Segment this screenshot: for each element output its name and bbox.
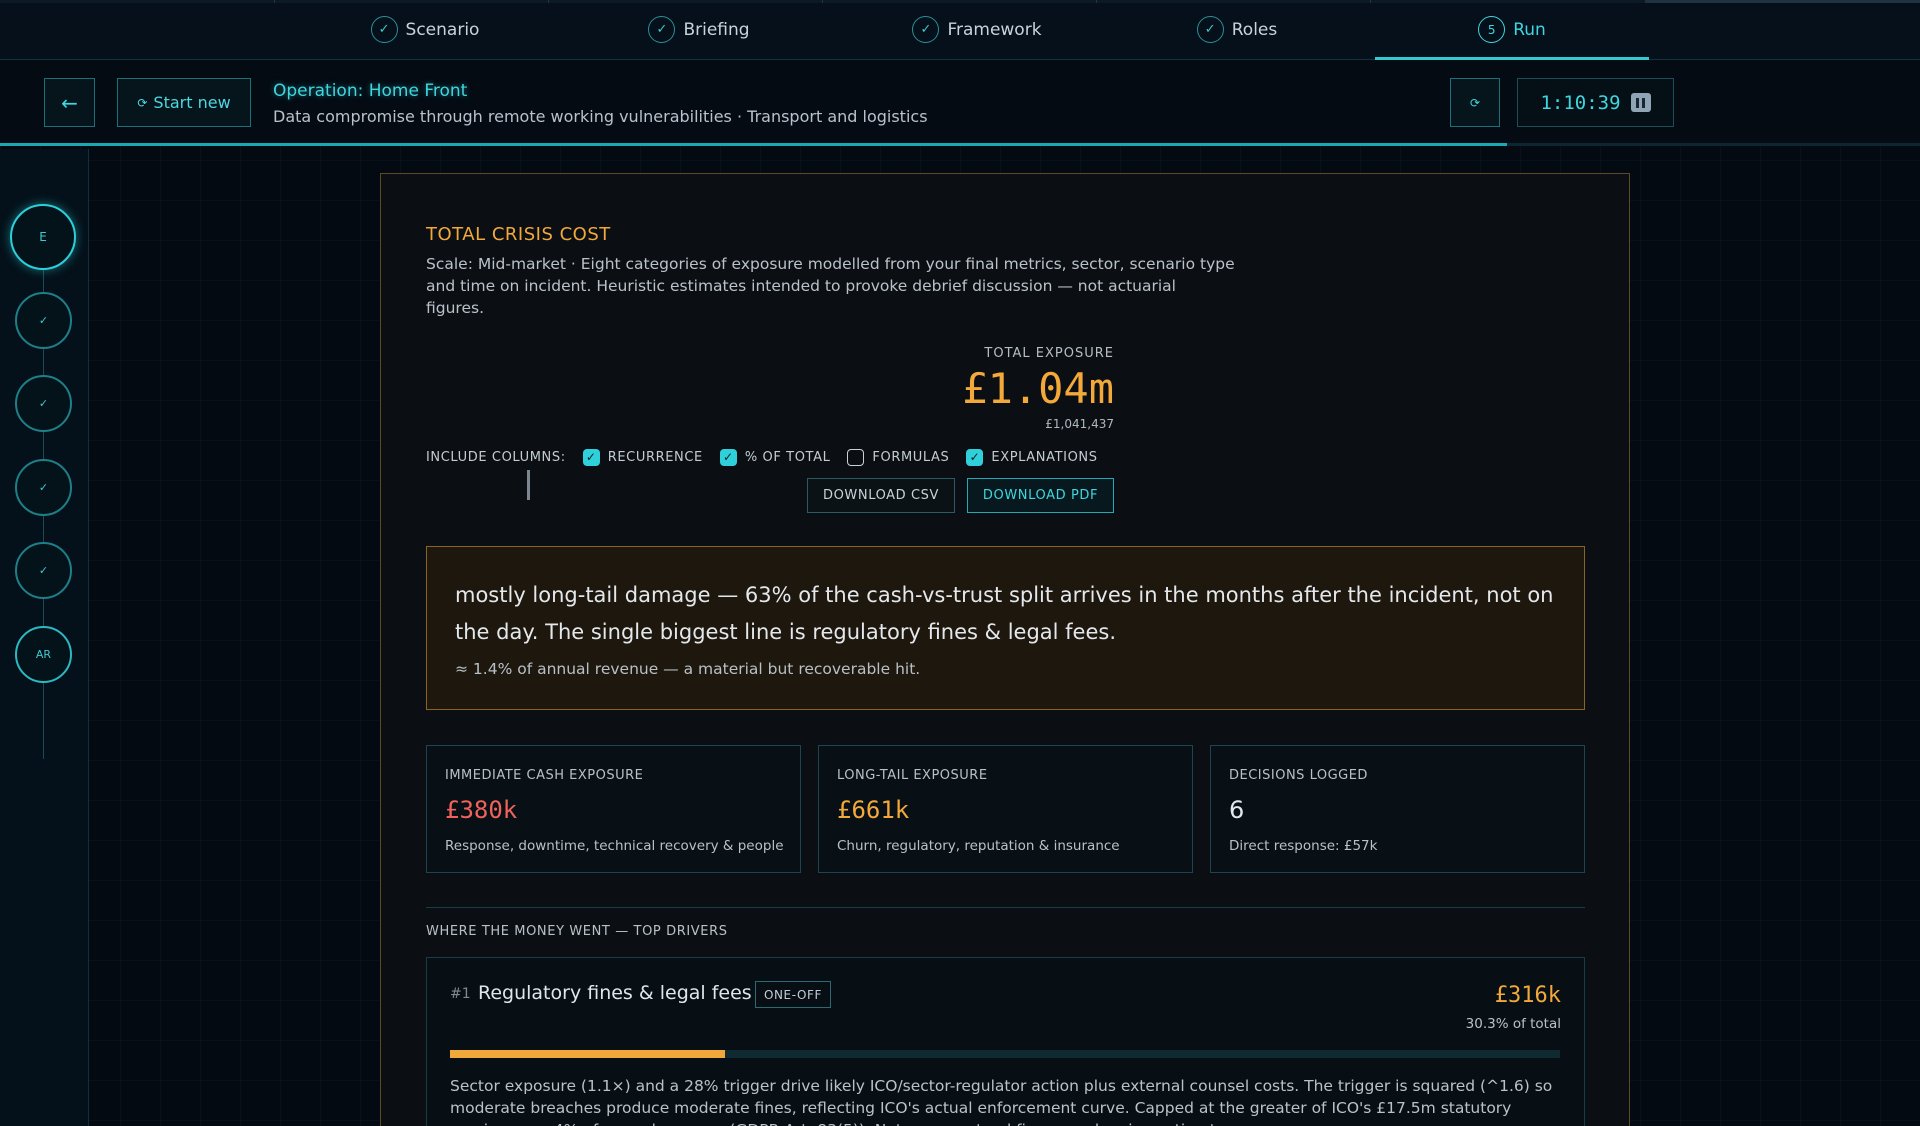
metric-label: IMMEDIATE CASH EXPOSURE: [445, 768, 644, 783]
checkbox-label: % OF TOTAL: [744, 449, 831, 465]
tab-label: Briefing: [683, 19, 750, 40]
summary-note: ≈ 1.4% of annual revenue — a material bu…: [455, 660, 921, 678]
crisis-cost-panel: TOTAL CRISIS COST Scale: Mid-market · Ei…: [380, 173, 1630, 1126]
step-navigation: ✓ Scenario ✓ Briefing ✓ Framework ✓ Role…: [0, 0, 1920, 60]
rail-node-current[interactable]: E: [10, 204, 76, 270]
start-new-button[interactable]: ⟳ Start new: [117, 78, 251, 127]
driver-bar-track: [450, 1050, 1560, 1058]
rail-node-next[interactable]: AR: [15, 626, 72, 683]
metric-subtext: Churn, regulatory, reputation & insuranc…: [837, 838, 1120, 854]
check-icon: ✓: [912, 16, 940, 43]
arrow-left-icon: ←: [61, 90, 78, 115]
driver-percent: 30.3% of total: [1465, 1016, 1561, 1032]
metric-card-immediate-cash: IMMEDIATE CASH EXPOSURE £380k Response, …: [426, 745, 801, 873]
include-columns: INCLUDE COLUMNS: ✓ RECURRENCE ✓ % OF TOT…: [426, 447, 1114, 467]
session-progress-fill: [0, 143, 1508, 146]
metric-value: 6: [1229, 796, 1245, 824]
pause-icon[interactable]: [1630, 93, 1651, 112]
step-number-badge: 5: [1478, 16, 1506, 43]
tab-scenario[interactable]: ✓ Scenario: [288, 0, 562, 59]
tab-briefing[interactable]: ✓ Briefing: [562, 0, 836, 59]
summary-headline: mostly long-tail damage — 63% of the cas…: [455, 583, 1554, 644]
checkbox-checked-icon[interactable]: ✓: [582, 448, 600, 466]
metric-card-decisions: DECISIONS LOGGED 6 Direct response: £57k: [1210, 745, 1585, 873]
driver-rank: #1: [450, 986, 471, 1002]
summary-callout: mostly long-tail damage — 63% of the cas…: [426, 546, 1585, 710]
metric-value: £380k: [445, 796, 518, 824]
driver-amount: £316k: [1494, 983, 1561, 1008]
operation-subtitle: Data compromise through remote working v…: [273, 107, 928, 126]
drivers-heading: WHERE THE MONEY WENT — TOP DRIVERS: [426, 924, 728, 939]
checkbox-label: FORMULAS: [872, 449, 950, 465]
checkbox-percent-of-total[interactable]: ✓ % OF TOTAL: [719, 448, 831, 466]
tab-framework[interactable]: ✓ Framework: [840, 0, 1114, 59]
rail-node-done[interactable]: ✓: [15, 542, 72, 599]
metric-subtext: Direct response: £57k: [1229, 838, 1378, 854]
operation-title: Operation: Home Front: [273, 81, 468, 101]
driver-row[interactable]: #1 Regulatory fines & legal fees ONE-OFF…: [426, 957, 1585, 1126]
start-new-label: Start new: [153, 93, 231, 112]
metric-value: £661k: [837, 796, 910, 824]
checkbox-label: RECURRENCE: [607, 449, 703, 465]
checkbox-checked-icon[interactable]: ✓: [719, 448, 737, 466]
download-pdf-button[interactable]: DOWNLOAD PDF: [967, 478, 1114, 513]
tab-label: Scenario: [405, 19, 480, 40]
checkbox-formulas[interactable]: FORMULAS: [847, 448, 950, 466]
session-progress-track: [0, 143, 1920, 146]
check-icon: ✓: [648, 16, 676, 43]
section-title: TOTAL CRISIS COST: [426, 224, 611, 245]
refresh-icon: ⟳: [1469, 95, 1481, 110]
section-description: Scale: Mid-market · Eight categories of …: [426, 255, 1235, 317]
section-divider: [426, 907, 1585, 908]
include-columns-label: INCLUDE COLUMNS:: [426, 449, 566, 465]
rail-node-done[interactable]: ✓: [15, 459, 72, 516]
driver-name: Regulatory fines & legal fees: [478, 982, 752, 1004]
driver-bar-fill: [450, 1050, 726, 1058]
refresh-icon: ⟳: [137, 95, 148, 110]
rail-node-done[interactable]: ✓: [15, 375, 72, 432]
tab-roles[interactable]: ✓ Roles: [1100, 0, 1374, 59]
checkbox-label: EXPLANATIONS: [991, 449, 1098, 465]
check-icon: ✓: [370, 16, 398, 43]
tab-label: Run: [1513, 19, 1546, 40]
text-cursor: [527, 470, 530, 500]
metric-label: LONG-TAIL EXPOSURE: [837, 768, 988, 783]
tab-label: Framework: [947, 19, 1042, 40]
rail-node-done[interactable]: ✓: [15, 292, 72, 349]
total-exposure-value: £1.04m: [962, 364, 1114, 413]
download-csv-button[interactable]: DOWNLOAD CSV: [807, 478, 955, 513]
checkbox-recurrence[interactable]: ✓ RECURRENCE: [582, 448, 703, 466]
metric-label: DECISIONS LOGGED: [1229, 768, 1368, 783]
checkbox-checked-icon[interactable]: ✓: [966, 448, 984, 466]
tab-label: Roles: [1231, 19, 1278, 40]
session-timer: 1:10:39: [1517, 78, 1674, 127]
refresh-button[interactable]: ⟳: [1450, 78, 1500, 127]
tab-run[interactable]: 5 Run: [1375, 0, 1649, 60]
total-exposure-label: TOTAL EXPOSURE: [984, 346, 1114, 361]
metric-subtext: Response, downtime, technical recovery &…: [445, 838, 784, 854]
total-exposure-exact: £1,041,437: [1045, 417, 1114, 431]
checkbox-explanations[interactable]: ✓ EXPLANATIONS: [966, 448, 1098, 466]
recurrence-badge: ONE-OFF: [755, 981, 831, 1008]
metric-card-long-tail: LONG-TAIL EXPOSURE £661k Churn, regulato…: [818, 745, 1193, 873]
checkbox-unchecked-icon[interactable]: [847, 448, 865, 466]
driver-explanation: Sector exposure (1.1×) and a 28% trigger…: [450, 1077, 1553, 1126]
timer-value: 1:10:39: [1540, 91, 1621, 114]
session-header: ← ⟳ Start new Operation: Home Front Data…: [0, 60, 1920, 146]
phase-rail: E ✓ ✓ ✓ ✓ AR: [0, 149, 89, 1126]
back-button[interactable]: ←: [44, 78, 95, 127]
check-icon: ✓: [1196, 16, 1224, 43]
